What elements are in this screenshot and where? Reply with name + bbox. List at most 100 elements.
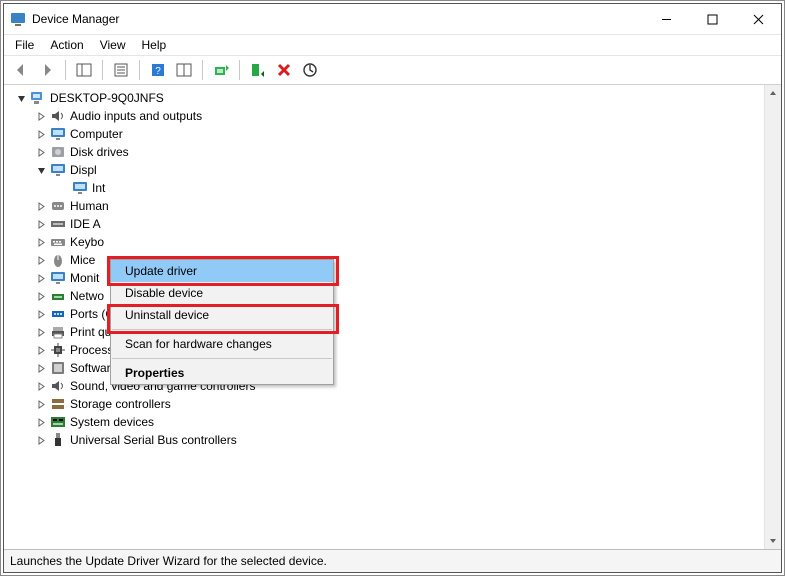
caret-closed-icon[interactable]: [34, 289, 48, 303]
tree-category[interactable]: Disk drives: [8, 143, 765, 161]
ctx-update-driver[interactable]: Update driver: [111, 260, 333, 282]
tree-item-label: Disk drives: [70, 145, 129, 159]
tree-category[interactable]: Keybo: [8, 233, 765, 251]
soft-icon: [50, 360, 66, 376]
tree-item-label: DESKTOP-9Q0JNFS: [50, 91, 164, 105]
keyboard-icon: [50, 234, 66, 250]
caret-closed-icon[interactable]: [34, 217, 48, 231]
titlebar[interactable]: Device Manager: [4, 4, 781, 35]
cpu-icon: [50, 342, 66, 358]
show-hide-tree-button[interactable]: [73, 59, 95, 81]
scroll-up-arrow-icon[interactable]: [765, 85, 781, 101]
tree-category[interactable]: Audio inputs and outputs: [8, 107, 765, 125]
scan-hardware-button[interactable]: [299, 59, 321, 81]
caret-closed-icon[interactable]: [34, 253, 48, 267]
help-button[interactable]: ?: [147, 59, 169, 81]
caret-closed-icon[interactable]: [34, 433, 48, 447]
caret-closed-icon[interactable]: [34, 343, 48, 357]
tree-item-label: Storage controllers: [70, 397, 171, 411]
device-manager-window: Device Manager File Action View Help: [3, 3, 782, 573]
caret-closed-icon[interactable]: [34, 271, 48, 285]
tree-category[interactable]: Computer: [8, 125, 765, 143]
caret-closed-icon[interactable]: [34, 397, 48, 411]
uninstall-device-button[interactable]: [273, 59, 295, 81]
menu-action[interactable]: Action: [43, 37, 90, 53]
tree-item-label: Audio inputs and outputs: [70, 109, 202, 123]
tree-category[interactable]: IDE A: [8, 215, 765, 233]
monitor-icon: [50, 162, 66, 178]
action-button[interactable]: [173, 59, 195, 81]
tree-item-label: Int: [92, 181, 105, 195]
ctx-separator: [112, 358, 332, 359]
ctx-scan-hardware[interactable]: Scan for hardware changes: [111, 333, 333, 355]
tree-item-label: System devices: [70, 415, 154, 429]
printer-icon: [50, 324, 66, 340]
screenshot-frame: Device Manager File Action View Help: [0, 0, 785, 576]
tree-category[interactable]: Universal Serial Bus controllers: [8, 431, 765, 449]
speaker-icon: [50, 108, 66, 124]
caret-closed-icon[interactable]: [34, 379, 48, 393]
sys-icon: [50, 414, 66, 430]
mouse-icon: [50, 252, 66, 268]
tree-device-selected[interactable]: Int: [8, 179, 765, 197]
ctx-properties[interactable]: Properties: [111, 362, 333, 384]
tree-category[interactable]: Human: [8, 197, 765, 215]
caret-closed-icon[interactable]: [34, 325, 48, 339]
caret-closed-icon[interactable]: [34, 145, 48, 159]
tree-item-label: Monit: [70, 271, 99, 285]
scroll-down-arrow-icon[interactable]: [765, 533, 781, 549]
app-icon: [10, 11, 26, 27]
ide-icon: [50, 216, 66, 232]
minimize-button[interactable]: [643, 4, 689, 34]
caret-open-icon[interactable]: [14, 91, 28, 105]
ctx-disable-device[interactable]: Disable device: [111, 282, 333, 304]
properties-button[interactable]: [110, 59, 132, 81]
forward-button[interactable]: [36, 59, 58, 81]
update-driver-button[interactable]: [210, 59, 232, 81]
caret-closed-icon[interactable]: [34, 361, 48, 375]
back-button[interactable]: [10, 59, 32, 81]
caret-closed-icon[interactable]: [34, 199, 48, 213]
caret-none: [56, 181, 70, 195]
tree-category[interactable]: Displ: [8, 161, 765, 179]
ctx-uninstall-device[interactable]: Uninstall device: [111, 304, 333, 326]
enable-device-button[interactable]: [247, 59, 269, 81]
caret-closed-icon[interactable]: [34, 127, 48, 141]
caret-closed-icon[interactable]: [34, 109, 48, 123]
window-title: Device Manager: [32, 12, 643, 26]
tree-item-label: Human: [70, 199, 109, 213]
tree-item-label: Displ: [70, 163, 97, 177]
menu-help[interactable]: Help: [135, 37, 174, 53]
pc-icon: [30, 90, 46, 106]
toolbar-separator: [102, 60, 103, 80]
tree-category[interactable]: Storage controllers: [8, 395, 765, 413]
usb-icon: [50, 432, 66, 448]
storage-icon: [50, 396, 66, 412]
disk-icon: [50, 144, 66, 160]
tree-area: DESKTOP-9Q0JNFS Audio inputs and outputs C…: [4, 85, 781, 549]
speaker-icon: [50, 378, 66, 394]
caret-open-icon[interactable]: [34, 163, 48, 177]
menu-view[interactable]: View: [93, 37, 133, 53]
menubar: File Action View Help: [4, 35, 781, 56]
toolbar: ?: [4, 56, 781, 85]
context-menu: Update driver Disable device Uninstall d…: [110, 259, 334, 385]
tree-item-label: Computer: [70, 127, 123, 141]
status-text: Launches the Update Driver Wizard for th…: [10, 554, 327, 568]
menu-file[interactable]: File: [8, 37, 41, 53]
tree-root[interactable]: DESKTOP-9Q0JNFS: [8, 89, 765, 107]
tree-item-label: IDE A: [70, 217, 101, 231]
close-button[interactable]: [735, 4, 781, 34]
hid-icon: [50, 198, 66, 214]
vertical-scrollbar[interactable]: [764, 85, 781, 549]
maximize-button[interactable]: [689, 4, 735, 34]
tree-category[interactable]: System devices: [8, 413, 765, 431]
ctx-separator: [112, 329, 332, 330]
caret-closed-icon[interactable]: [34, 307, 48, 321]
toolbar-separator: [65, 60, 66, 80]
toolbar-separator: [139, 60, 140, 80]
caret-closed-icon[interactable]: [34, 415, 48, 429]
caret-closed-icon[interactable]: [34, 235, 48, 249]
monitor-icon: [50, 126, 66, 142]
tree-item-label: Mice: [70, 253, 95, 267]
